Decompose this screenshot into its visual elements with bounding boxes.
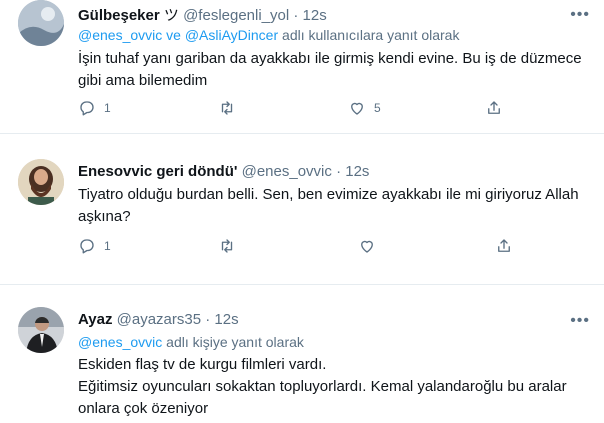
share-button[interactable] [485, 98, 503, 118]
reply-icon [80, 239, 94, 254]
tweet-text: Eskiden flaş tv de kurgu filmleri vardı.… [78, 354, 588, 420]
more-icon[interactable]: ••• [570, 7, 590, 23]
retweet-icon [221, 101, 233, 115]
name-emoji: ツ [163, 7, 179, 24]
tweet-2[interactable]: Enesovvic geri döndü' @enes_ovvic · 12s … [0, 148, 604, 268]
reply-button[interactable]: 1 [78, 236, 111, 256]
timestamp[interactable]: 12s [214, 311, 238, 328]
share-button[interactable] [495, 236, 513, 256]
reply-button[interactable]: 1 [78, 98, 111, 118]
retweet-icon [221, 239, 233, 253]
tweet-header: Ayaz @ayazars35 · 12s [78, 311, 239, 328]
like-icon [351, 102, 363, 115]
timestamp[interactable]: 12s [303, 7, 327, 24]
reply-icon [80, 101, 94, 116]
tweet-1[interactable]: Gülbeşeker ツ @feslegenli_yol · 12s ••• @… [0, 0, 604, 128]
reply-context: @enes_ovvic adlı kişiye yanıt olarak [78, 334, 304, 350]
tweet-3[interactable]: Ayaz @ayazars35 · 12s ••• @enes_ovvic ad… [0, 296, 604, 423]
tweet-header: Enesovvic geri döndü' @enes_ovvic · 12s [78, 163, 369, 180]
display-name[interactable]: Gülbeşeker [78, 7, 160, 24]
handle[interactable]: @feslegenli_yol [183, 7, 289, 24]
reply-count: 1 [104, 239, 111, 253]
tweet-text-line: Eğitimsiz oyuncuları sokaktan topluyorla… [78, 378, 567, 417]
more-icon[interactable]: ••• [570, 313, 590, 329]
tweet-text: Tiyatro olduğu burdan belli. Sen, ben ev… [78, 186, 579, 225]
avatar[interactable] [18, 159, 64, 205]
tweet-text: İşin tuhaf yanı gariban da ayakkabı ile … [78, 50, 582, 89]
tweet-divider [0, 284, 604, 285]
tweet-text-line: Eskiden flaş tv de kurgu filmleri vardı. [78, 356, 327, 373]
handle[interactable]: @ayazars35 [117, 311, 201, 328]
reply-context-label: adlı kişiye yanıt olarak [166, 334, 304, 350]
share-icon [488, 101, 500, 114]
avatar-image [18, 307, 64, 353]
like-count: 5 [374, 101, 381, 115]
reply-mention-link[interactable]: @enes_ovvic ve @AsliAyDincer [78, 27, 278, 43]
display-name[interactable]: Ayaz [78, 311, 112, 328]
avatar[interactable] [18, 0, 64, 46]
like-button[interactable] [358, 236, 384, 256]
like-icon [361, 240, 373, 253]
action-bar: 1 [78, 236, 528, 256]
separator-dot: · [336, 163, 342, 180]
reply-context-label: adlı kullanıcılara yanıt olarak [282, 27, 460, 43]
retweet-button[interactable] [218, 236, 244, 256]
tweet-header: Gülbeşeker ツ @feslegenli_yol · 12s [78, 4, 327, 25]
reply-mention-link[interactable]: @enes_ovvic [78, 334, 162, 350]
share-icon [498, 239, 510, 252]
display-name[interactable]: Enesovvic geri döndü' [78, 163, 237, 180]
handle[interactable]: @enes_ovvic [242, 163, 332, 180]
avatar-image [18, 0, 64, 46]
separator-dot: · [205, 311, 211, 328]
action-bar: 1 5 [78, 98, 528, 118]
avatar-image [18, 159, 64, 205]
tweet-divider [0, 133, 604, 134]
reply-count: 1 [104, 101, 111, 115]
timestamp[interactable]: 12s [345, 163, 369, 180]
avatar[interactable] [18, 307, 64, 353]
like-button[interactable]: 5 [348, 98, 381, 118]
reply-context: @enes_ovvic ve @AsliAyDincer adlı kullan… [78, 27, 459, 43]
retweet-button[interactable] [218, 98, 244, 118]
separator-dot: · [293, 7, 299, 24]
